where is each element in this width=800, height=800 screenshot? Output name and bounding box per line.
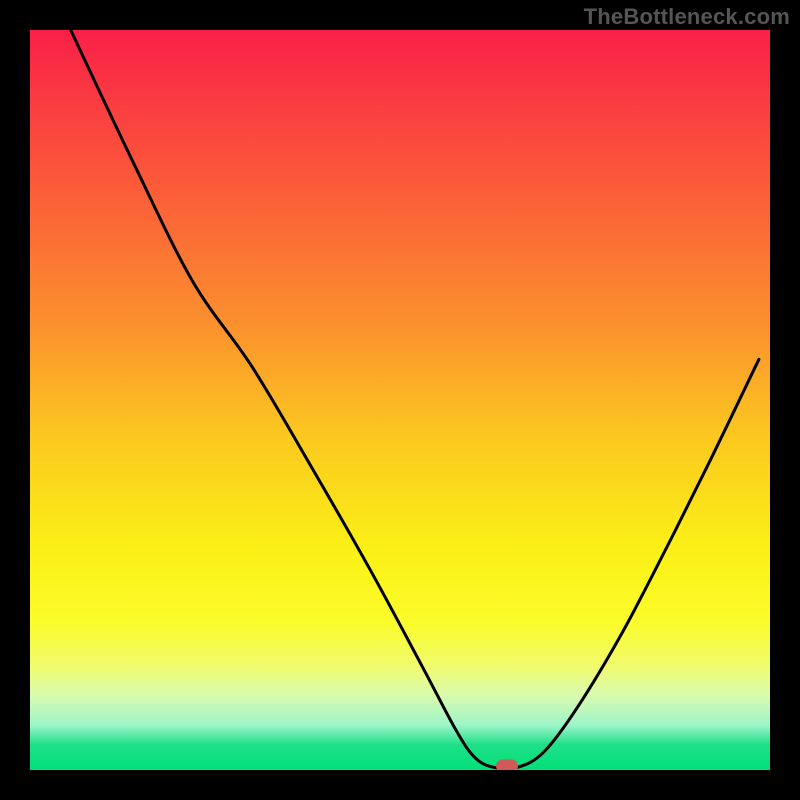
chart-frame: TheBottleneck.com	[0, 0, 800, 800]
plot-area	[30, 30, 770, 770]
watermark-label: TheBottleneck.com	[584, 4, 790, 30]
optimal-point-marker	[496, 759, 518, 770]
background-gradient	[30, 30, 770, 770]
